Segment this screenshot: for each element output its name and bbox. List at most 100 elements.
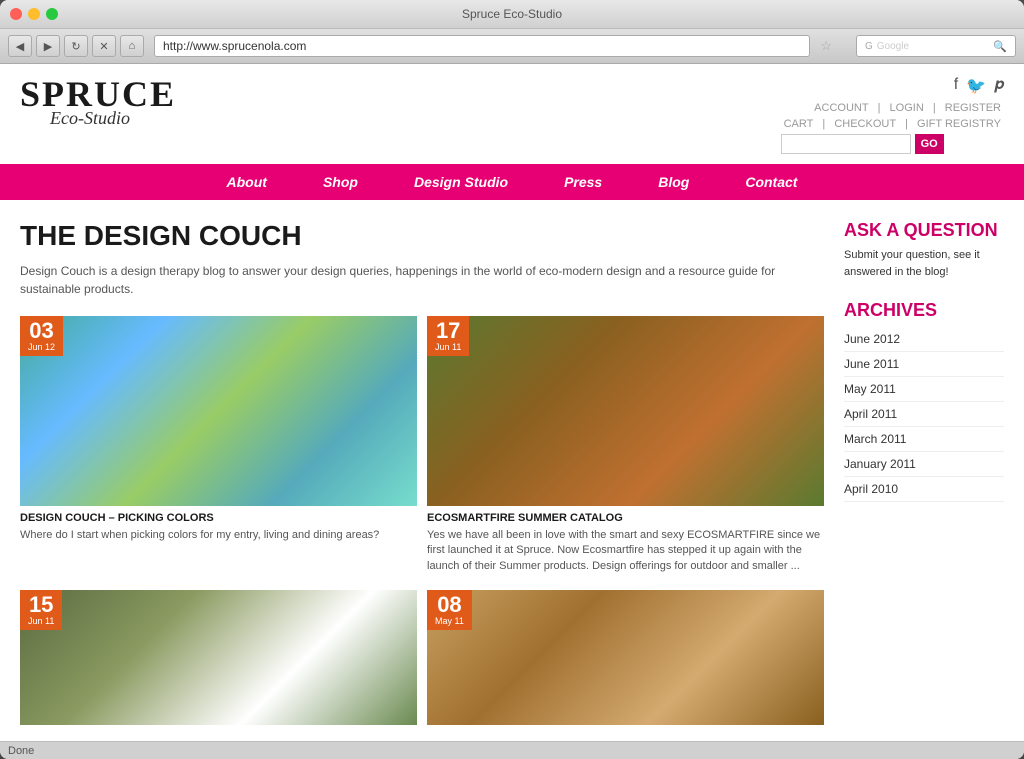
browser-window: Spruce Eco-Studio ◀ ▶ ↻ ✕ ⌂ http://www.s… bbox=[0, 0, 1024, 759]
archive-june-2012[interactable]: June 2012 bbox=[844, 327, 1004, 352]
posts-row-1: 03 Jun 12 DESIGN COUCH – PICKING COLORS … bbox=[20, 316, 824, 574]
day-4: 08 bbox=[435, 594, 464, 616]
checkout-link[interactable]: CHECKOUT bbox=[834, 118, 896, 130]
date-badge-2: 17 Jun 11 bbox=[427, 316, 469, 356]
post-excerpt-2: Yes we have all been in love with the sm… bbox=[427, 528, 824, 574]
archive-april-2011[interactable]: April 2011 bbox=[844, 402, 1004, 427]
login-link[interactable]: LOGIN bbox=[890, 102, 924, 114]
forward-button[interactable]: ▶ bbox=[36, 35, 60, 57]
ask-question-section: ASK A QUESTION Submit your question, see… bbox=[844, 220, 1004, 280]
post-card-4: 08 May 11 bbox=[427, 590, 824, 725]
archive-may-2011[interactable]: May 2011 bbox=[844, 377, 1004, 402]
title-bar: Spruce Eco-Studio bbox=[0, 0, 1024, 28]
header-right: f 🐦 𝒑 ACCOUNT | LOGIN | REGISTER CART | bbox=[781, 76, 1004, 154]
day-1: 03 bbox=[28, 320, 55, 342]
cart-link[interactable]: CART bbox=[784, 118, 814, 130]
twitter-icon[interactable]: 🐦 bbox=[966, 76, 986, 96]
post-card-3: 15 Jun 11 bbox=[20, 590, 417, 725]
archive-january-2011[interactable]: January 2011 bbox=[844, 452, 1004, 477]
gift-link[interactable]: GIFT REGISTRY bbox=[917, 118, 1001, 130]
archives-section: ARCHIVES June 2012 June 2011 May 2011 Ap… bbox=[844, 300, 1004, 502]
home-button[interactable]: ⌂ bbox=[120, 35, 144, 57]
day-3: 15 bbox=[28, 594, 54, 616]
post-title-1[interactable]: DESIGN COUCH – PICKING COLORS bbox=[20, 512, 417, 524]
post-3-image bbox=[20, 590, 417, 725]
archive-june-2011[interactable]: June 2011 bbox=[844, 352, 1004, 377]
register-link[interactable]: REGISTER bbox=[945, 102, 1001, 114]
account-link[interactable]: ACCOUNT bbox=[814, 102, 868, 114]
window-title: Spruce Eco-Studio bbox=[462, 7, 562, 21]
logo-brand[interactable]: SPRUCE bbox=[20, 76, 176, 112]
back-button[interactable]: ◀ bbox=[8, 35, 32, 57]
nav-item-press[interactable]: Press bbox=[536, 164, 630, 200]
posts-row-2: 15 Jun 11 08 May 11 bbox=[20, 590, 824, 725]
header-links-bottom: CART | CHECKOUT | GIFT REGISTRY bbox=[781, 118, 1004, 130]
reload-button[interactable]: ↻ bbox=[64, 35, 88, 57]
sep3: | bbox=[822, 118, 825, 130]
site-header: SPRUCE Eco-Studio f 🐦 𝒑 ACCOUNT | LOGIN … bbox=[0, 64, 1024, 154]
post-card-1: 03 Jun 12 DESIGN COUCH – PICKING COLORS … bbox=[20, 316, 417, 574]
post-4-image bbox=[427, 590, 824, 725]
browser-search[interactable]: G Google 🔍 bbox=[856, 35, 1016, 57]
post-excerpt-1: Where do I start when picking colors for… bbox=[20, 528, 417, 543]
month-1: Jun 12 bbox=[28, 342, 55, 352]
day-2: 17 bbox=[435, 320, 461, 342]
page-content: SPRUCE Eco-Studio f 🐦 𝒑 ACCOUNT | LOGIN … bbox=[0, 64, 1024, 741]
content-area: THE DESIGN COUCH Design Couch is a desig… bbox=[20, 220, 824, 725]
google-logo: G bbox=[865, 41, 873, 52]
nav-item-design-studio[interactable]: Design Studio bbox=[386, 164, 536, 200]
logo-area: SPRUCE Eco-Studio bbox=[20, 76, 176, 129]
date-badge-3: 15 Jun 11 bbox=[20, 590, 62, 630]
main-layout: THE DESIGN COUCH Design Couch is a desig… bbox=[0, 200, 1024, 741]
social-icons: f 🐦 𝒑 bbox=[781, 76, 1004, 96]
url-bar[interactable]: http://www.sprucenola.com bbox=[154, 35, 810, 57]
month-4: May 11 bbox=[435, 616, 464, 626]
go-button[interactable]: GO bbox=[915, 134, 944, 154]
blog-title: THE DESIGN COUCH bbox=[20, 220, 824, 252]
date-badge-4: 08 May 11 bbox=[427, 590, 472, 630]
date-badge-1: 03 Jun 12 bbox=[20, 316, 63, 356]
pinterest-icon[interactable]: 𝒑 bbox=[994, 76, 1004, 96]
post-image-4[interactable]: 08 May 11 bbox=[427, 590, 824, 725]
archive-march-2011[interactable]: March 2011 bbox=[844, 427, 1004, 452]
archives-title: ARCHIVES bbox=[844, 300, 1004, 321]
nav-item-blog[interactable]: Blog bbox=[630, 164, 717, 200]
month-2: Jun 11 bbox=[435, 342, 461, 352]
bookmark-icon[interactable]: ☆ bbox=[820, 38, 832, 54]
post-image-1[interactable]: 03 Jun 12 bbox=[20, 316, 417, 506]
blog-description: Design Couch is a design therapy blog to… bbox=[20, 262, 824, 298]
sep2: | bbox=[933, 102, 936, 114]
sidebar: ASK A QUESTION Submit your question, see… bbox=[844, 220, 1004, 725]
status-text: Done bbox=[8, 745, 34, 757]
sep4: | bbox=[905, 118, 908, 130]
maximize-button[interactable] bbox=[46, 8, 58, 20]
site-search-input[interactable] bbox=[781, 134, 911, 154]
nav-item-about[interactable]: About bbox=[199, 164, 295, 200]
site-search-row: GO bbox=[781, 134, 1004, 154]
close-button[interactable] bbox=[10, 8, 22, 20]
traffic-lights bbox=[10, 8, 58, 20]
browser-toolbar: ◀ ▶ ↻ ✕ ⌂ http://www.sprucenola.com ☆ G … bbox=[0, 28, 1024, 64]
post-image-3[interactable]: 15 Jun 11 bbox=[20, 590, 417, 725]
stop-button[interactable]: ✕ bbox=[92, 35, 116, 57]
ask-title: ASK A QUESTION bbox=[844, 220, 1004, 241]
facebook-icon[interactable]: f bbox=[954, 76, 958, 96]
status-bar: Done bbox=[0, 741, 1024, 759]
month-3: Jun 11 bbox=[28, 616, 54, 626]
post-card-2: 17 Jun 11 ECOSMARTFIRE SUMMER CATALOG Ye… bbox=[427, 316, 824, 574]
url-text: http://www.sprucenola.com bbox=[163, 39, 306, 53]
search-icon: 🔍 bbox=[993, 40, 1007, 53]
nav-item-contact[interactable]: Contact bbox=[717, 164, 825, 200]
post-2-image bbox=[427, 316, 824, 506]
nav-item-shop[interactable]: Shop bbox=[295, 164, 386, 200]
archive-april-2010[interactable]: April 2010 bbox=[844, 477, 1004, 502]
post-1-image bbox=[20, 316, 417, 506]
main-nav: About Shop Design Studio Press Blog Cont… bbox=[0, 164, 1024, 200]
minimize-button[interactable] bbox=[28, 8, 40, 20]
post-title-2[interactable]: ECOSMARTFIRE SUMMER CATALOG bbox=[427, 512, 824, 524]
page-inner[interactable]: SPRUCE Eco-Studio f 🐦 𝒑 ACCOUNT | LOGIN … bbox=[0, 64, 1024, 741]
post-image-2[interactable]: 17 Jun 11 bbox=[427, 316, 824, 506]
ask-text: Submit your question, see it answered in… bbox=[844, 247, 1004, 280]
header-links-top: ACCOUNT | LOGIN | REGISTER bbox=[781, 102, 1004, 114]
sep1: | bbox=[878, 102, 881, 114]
